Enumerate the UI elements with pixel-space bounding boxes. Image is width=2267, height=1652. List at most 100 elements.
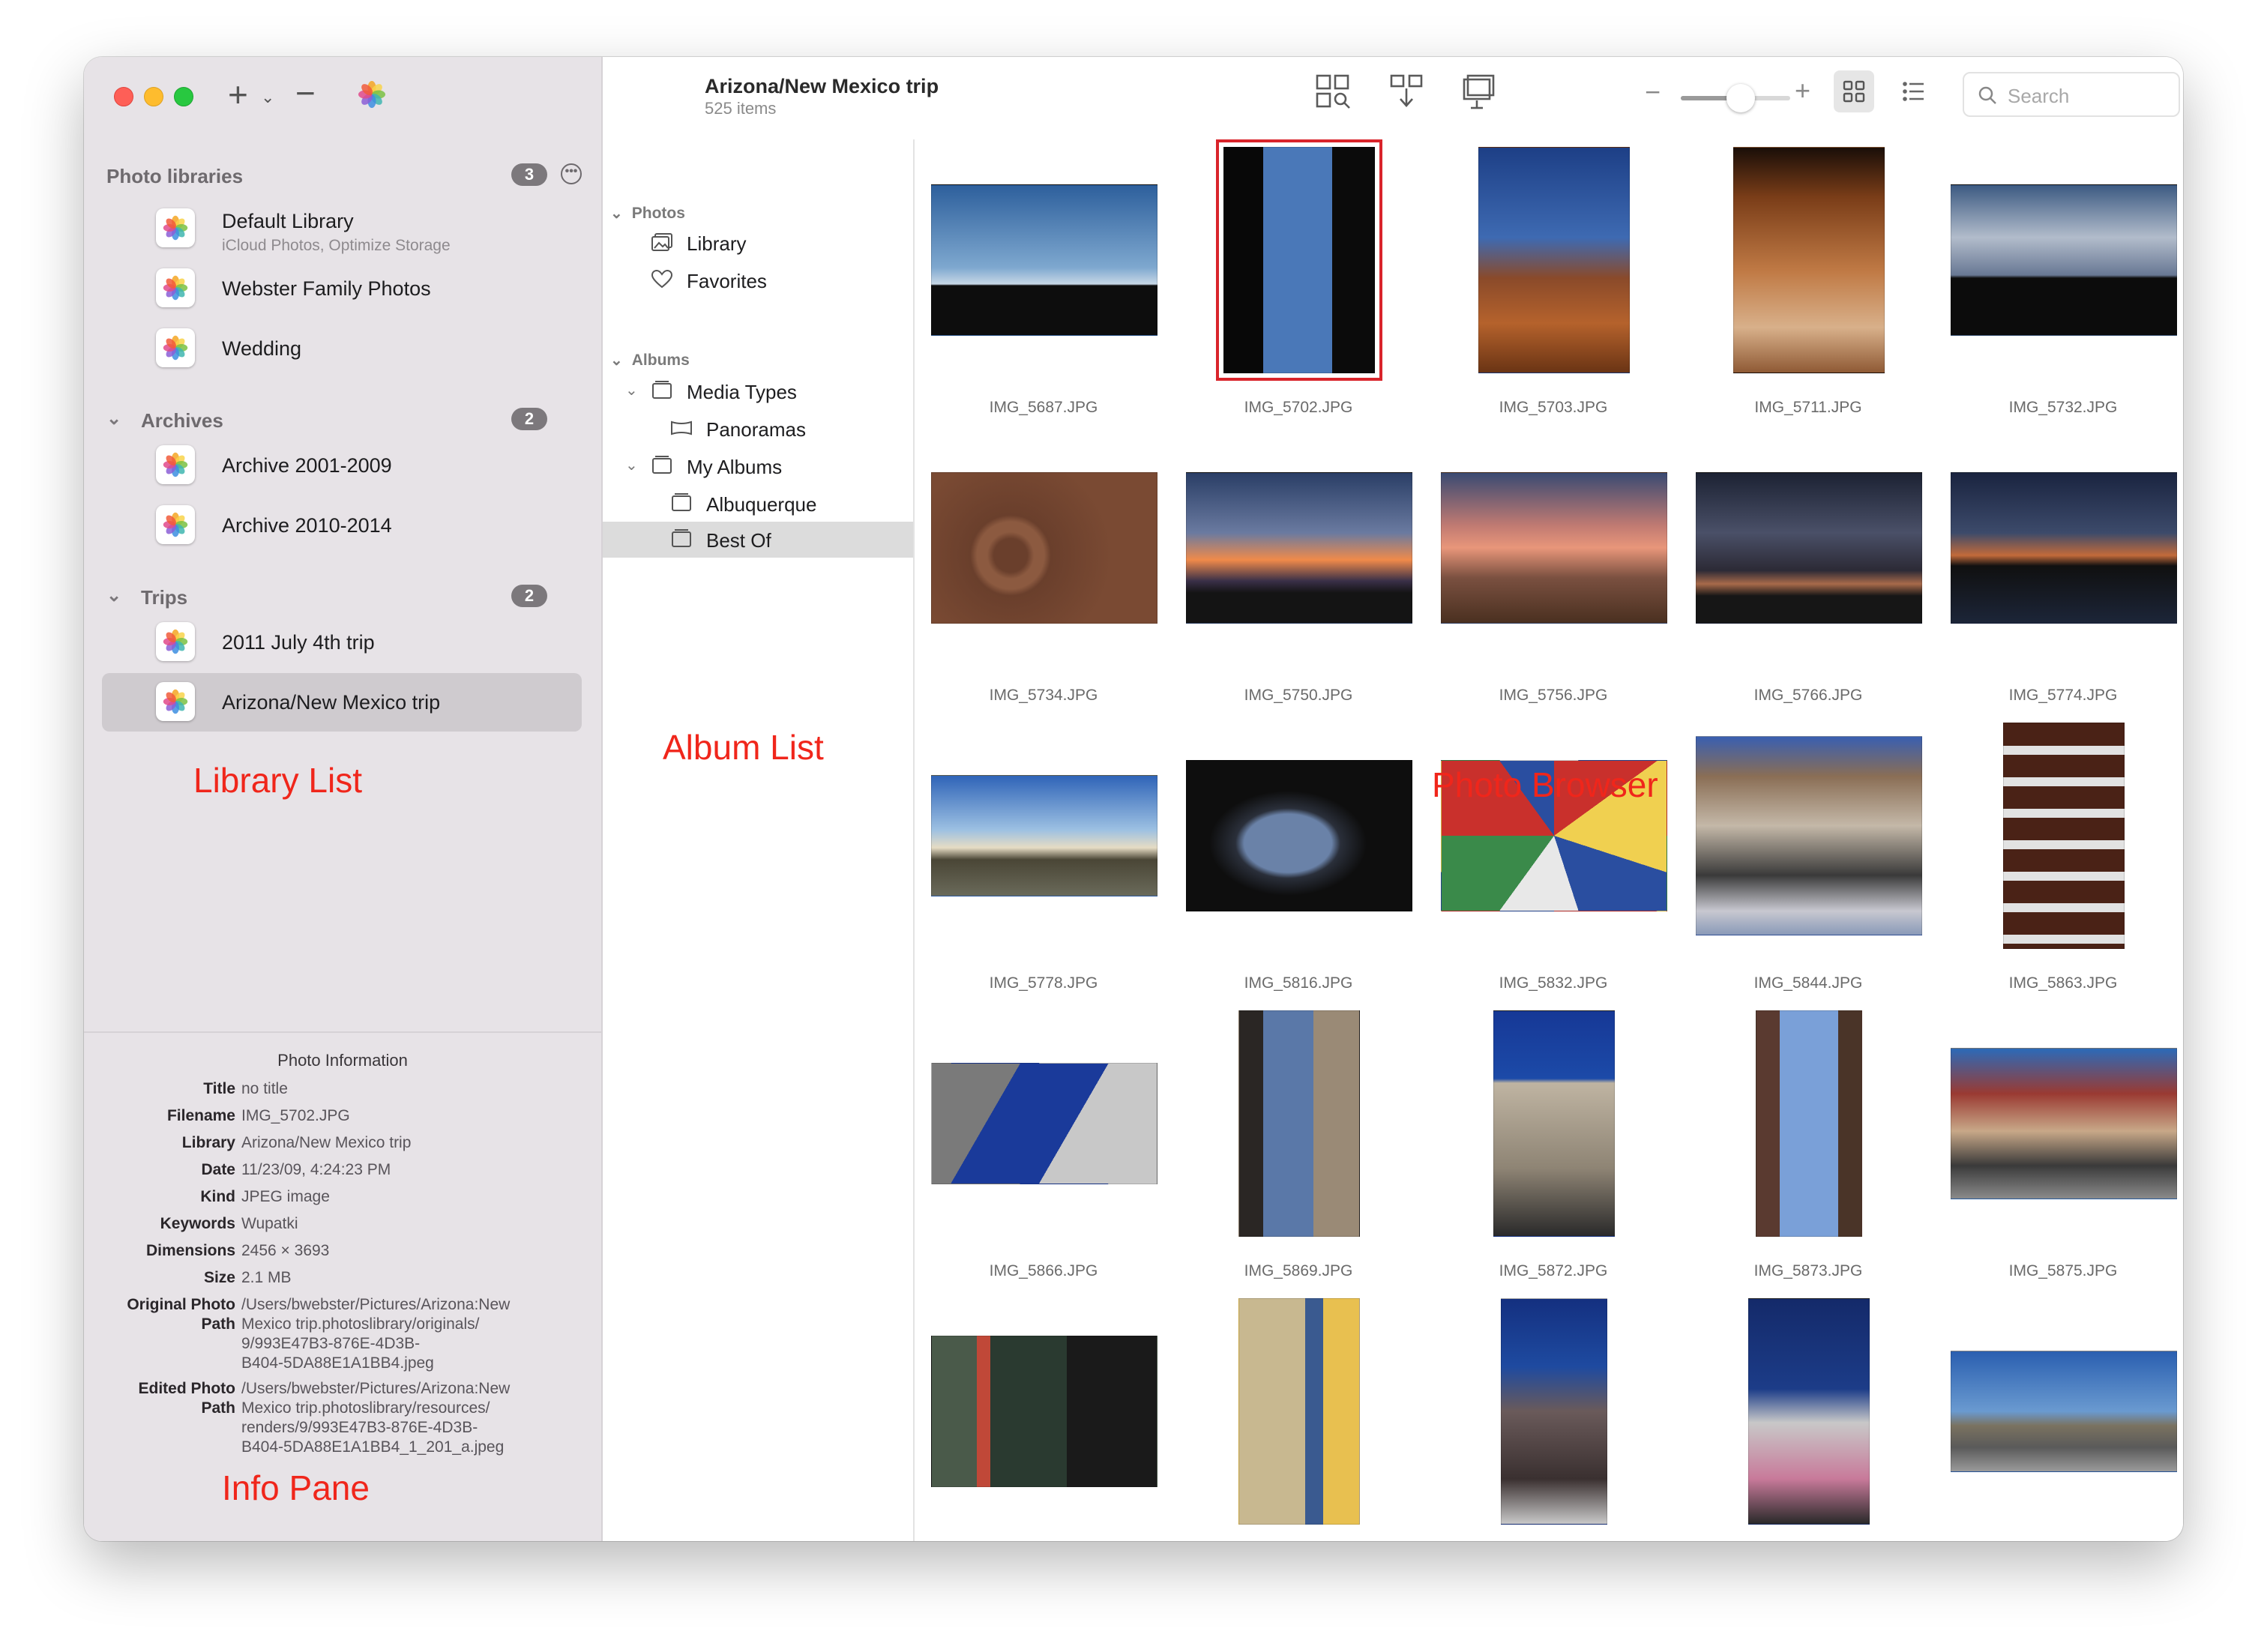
- photo-cell[interactable]: IMG_5844.JPG: [1688, 715, 1943, 1003]
- show-in-grid-search-icon[interactable]: [1313, 72, 1352, 111]
- library-item-arizona-new-mexico-trip[interactable]: Arizona/New Mexico trip: [102, 673, 582, 732]
- slideshow-icon[interactable]: [1460, 72, 1499, 111]
- photo-thumbnail[interactable]: [1441, 472, 1667, 624]
- photo-filename: IMG_5778.JPG: [989, 974, 1098, 992]
- photo-cell[interactable]: IMG_5687.JPG: [924, 139, 1178, 427]
- zoom-window-button[interactable]: [174, 87, 193, 106]
- photo-cell[interactable]: IMG_5890.JPG: [1433, 1291, 1688, 1541]
- photo-cell[interactable]: IMG_5756.JPG: [1433, 427, 1688, 715]
- photo-thumbnail[interactable]: [1951, 472, 2177, 624]
- photo-thumbnail[interactable]: [1951, 1048, 2177, 1199]
- photo-thumbnail[interactable]: [1238, 1010, 1360, 1237]
- photo-thumbnail[interactable]: [931, 1063, 1157, 1184]
- photo-cell[interactable]: IMG_5766.JPG: [1688, 427, 1943, 715]
- album-item-panoramas[interactable]: Panoramas: [603, 411, 913, 447]
- chevron-down-icon[interactable]: ⌄: [106, 408, 121, 429]
- slider-knob[interactable]: [1726, 84, 1756, 112]
- library-item-2011-july-4th-trip[interactable]: 2011 July 4th trip: [102, 613, 582, 672]
- library-item-webster-family-photos[interactable]: Webster Family Photos: [102, 259, 582, 318]
- photos-library-icon: [156, 268, 195, 307]
- photo-cell[interactable]: IMG_5703.JPG: [1433, 139, 1688, 427]
- photo-thumbnail[interactable]: [931, 1336, 1157, 1487]
- library-name: Archive 2010-2014: [222, 514, 392, 537]
- album-item-albuquerque[interactable]: Albuquerque: [603, 486, 913, 522]
- photo-thumbnail[interactable]: [1493, 1010, 1615, 1237]
- list-view-button[interactable]: [1894, 70, 1934, 112]
- photo-cell[interactable]: IMG_5734.JPG: [924, 427, 1178, 715]
- library-item-archive-2001-2009[interactable]: Archive 2001-2009: [102, 436, 582, 495]
- photo-thumbnail[interactable]: [1733, 147, 1885, 373]
- search-input[interactable]: [2006, 82, 2174, 109]
- close-window-button[interactable]: [114, 87, 133, 106]
- photo-filename: IMG_5872.JPG: [1499, 1262, 1608, 1279]
- photo-thumbnail[interactable]: [1478, 147, 1630, 373]
- photo-thumbnail[interactable]: [1756, 1010, 1862, 1237]
- zoom-out-button[interactable]: −: [1645, 76, 1661, 108]
- search-field[interactable]: [1963, 72, 2180, 117]
- photo-thumbnail[interactable]: [1238, 1298, 1360, 1525]
- photo-cell[interactable]: IMG_5711.JPG: [1688, 139, 1943, 427]
- chevron-down-icon[interactable]: ⌄: [625, 381, 638, 400]
- photo-cell[interactable]: IMG_5875.JPG: [1943, 1003, 2183, 1291]
- photo-thumbnail[interactable]: [1186, 472, 1412, 624]
- photo-cell[interactable]: IMG_5750.JPG: [1178, 427, 1433, 715]
- zoom-in-button[interactable]: +: [1795, 75, 1810, 106]
- photo-thumbnail[interactable]: [1951, 184, 2177, 336]
- photo-filename: IMG_5702.JPG: [1244, 399, 1353, 416]
- section-title: Trips: [141, 586, 188, 609]
- chevron-down-icon[interactable]: ⌄: [610, 205, 623, 222]
- library-item-archive-2010-2014[interactable]: Archive 2010-2014: [102, 496, 582, 555]
- grid-view-button[interactable]: [1834, 70, 1874, 112]
- section-archives[interactable]: ⌄ Archives 2: [84, 402, 601, 438]
- chevron-down-icon[interactable]: ⌄: [106, 585, 121, 606]
- photo-cell[interactable]: IMG_5866.JPG: [924, 1003, 1178, 1291]
- library-name: Arizona/New Mexico trip: [222, 691, 441, 714]
- more-options-icon[interactable]: •••: [561, 163, 582, 184]
- photo-cell[interactable]: IMG_5872.JPG: [1433, 1003, 1688, 1291]
- library-item-default-library[interactable]: Default Library iCloud Photos, Optimize …: [102, 199, 582, 258]
- photo-cell[interactable]: IMG_5881.JPG: [924, 1291, 1178, 1541]
- minimize-window-button[interactable]: [144, 87, 163, 106]
- photo-thumbnail[interactable]: [1216, 139, 1382, 381]
- add-library-button[interactable]: +: [228, 77, 248, 112]
- folder-my-albums[interactable]: ⌄ My Albums: [603, 448, 913, 484]
- photo-cell[interactable]: IMG_5702.JPG: [1178, 139, 1433, 427]
- photos-app-icon[interactable]: [357, 79, 387, 109]
- photo-cell[interactable]: IMG_5778.JPG: [924, 715, 1178, 1003]
- photo-cell[interactable]: IMG_5816.JPG: [1178, 715, 1433, 1003]
- photo-cell[interactable]: IMG_5832.JPG: [1433, 715, 1688, 1003]
- albums-section-header[interactable]: ⌄ Albums: [610, 351, 690, 370]
- photo-cell[interactable]: IMG_5873.JPG: [1688, 1003, 1943, 1291]
- album-item-favorites[interactable]: Favorites: [603, 262, 913, 298]
- album-item-library[interactable]: Library: [603, 225, 913, 261]
- remove-library-button[interactable]: −: [295, 76, 316, 110]
- photo-thumbnail[interactable]: [931, 775, 1157, 896]
- chevron-down-icon[interactable]: ⌄: [261, 82, 274, 112]
- photos-section-header[interactable]: ⌄ Photos: [610, 204, 685, 223]
- album-item-best-of[interactable]: Best Of: [603, 522, 913, 558]
- thumbnail-size-slider[interactable]: [1681, 84, 1790, 112]
- photo-cell[interactable]: IMG_5774.JPG: [1943, 427, 2183, 715]
- photo-cell[interactable]: IMG_5863.JPG: [1943, 715, 2183, 1003]
- section-trips[interactable]: ⌄ Trips 2: [84, 579, 601, 615]
- photo-thumbnail[interactable]: [931, 472, 1157, 624]
- photo-thumbnail[interactable]: [931, 184, 1157, 336]
- photo-thumbnail[interactable]: [1748, 1298, 1870, 1525]
- photo-thumbnail[interactable]: [1186, 760, 1412, 911]
- photo-cell[interactable]: IMG_5893.JPG: [1688, 1291, 1943, 1541]
- photo-cell[interactable]: IMG_5899.JPG: [1943, 1291, 2183, 1541]
- photo-thumbnail[interactable]: [1501, 1298, 1607, 1525]
- photo-cell[interactable]: IMG_5869.JPG: [1178, 1003, 1433, 1291]
- photo-thumbnail[interactable]: [1696, 472, 1922, 624]
- library-item-wedding[interactable]: Wedding: [102, 319, 582, 378]
- photo-filename: IMG_5703.JPG: [1499, 399, 1608, 416]
- photo-cell[interactable]: IMG_5732.JPG: [1943, 139, 2183, 427]
- folder-media-types[interactable]: ⌄ Media Types: [603, 373, 913, 409]
- photo-cell[interactable]: IMG_5885.JPG: [1178, 1291, 1433, 1541]
- photo-thumbnail[interactable]: [2003, 723, 2125, 949]
- export-photos-icon[interactable]: [1387, 72, 1426, 111]
- chevron-down-icon[interactable]: ⌄: [610, 352, 623, 369]
- photo-thumbnail[interactable]: [1696, 736, 1922, 935]
- chevron-down-icon[interactable]: ⌄: [625, 456, 638, 474]
- photo-thumbnail[interactable]: [1951, 1351, 2177, 1472]
